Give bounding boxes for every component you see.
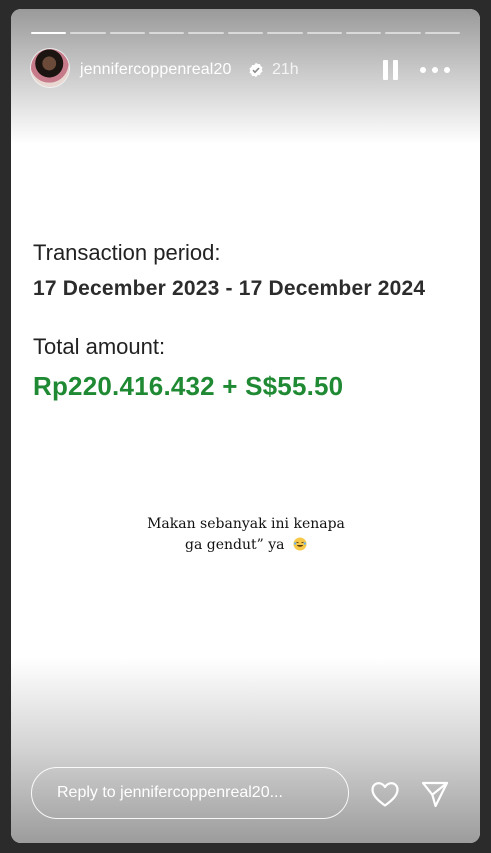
caption-line-2: ga gendut” ya bbox=[131, 535, 361, 556]
avatar[interactable] bbox=[31, 49, 69, 87]
pause-icon[interactable] bbox=[383, 60, 399, 80]
story-progress-bar bbox=[31, 32, 460, 35]
progress-segment bbox=[149, 32, 185, 34]
progress-segment bbox=[385, 32, 421, 34]
progress-segment bbox=[267, 32, 303, 34]
period-value: 17 December 2023 - 17 December 2024 bbox=[33, 277, 426, 300]
send-icon[interactable] bbox=[420, 779, 450, 809]
progress-segment bbox=[31, 32, 67, 34]
reply-input[interactable]: Reply to jennifercoppenreal20... bbox=[31, 767, 349, 819]
caption-line-2-text: ga gendut” ya bbox=[185, 537, 285, 553]
heart-icon[interactable] bbox=[370, 780, 400, 808]
progress-segment bbox=[109, 32, 146, 34]
total-amount: Rp220.416.432 + S$55.50 bbox=[33, 371, 344, 401]
progress-segment bbox=[188, 32, 224, 34]
username[interactable]: jennifercoppenreal20 bbox=[80, 61, 231, 79]
progress-segment bbox=[306, 32, 342, 34]
progress-segment bbox=[70, 32, 106, 34]
story-time: 21h bbox=[272, 61, 299, 78]
verified-badge-icon bbox=[249, 62, 263, 78]
progress-segment bbox=[345, 32, 382, 34]
period-label: Transaction period: bbox=[33, 240, 221, 265]
progress-segment bbox=[227, 32, 264, 34]
more-options-icon[interactable] bbox=[420, 65, 450, 75]
total-label: Total amount: bbox=[33, 334, 166, 359]
story-viewer: jennifercoppenreal20 21h Transaction per… bbox=[11, 9, 480, 843]
laughing-tears-emoji-icon bbox=[293, 537, 307, 551]
progress-segment bbox=[424, 32, 460, 34]
caption-line-1: Makan sebanyak ini kenapa bbox=[147, 516, 345, 532]
story-caption: Makan sebanyak ini kenapa ga gendut” ya bbox=[131, 514, 361, 556]
